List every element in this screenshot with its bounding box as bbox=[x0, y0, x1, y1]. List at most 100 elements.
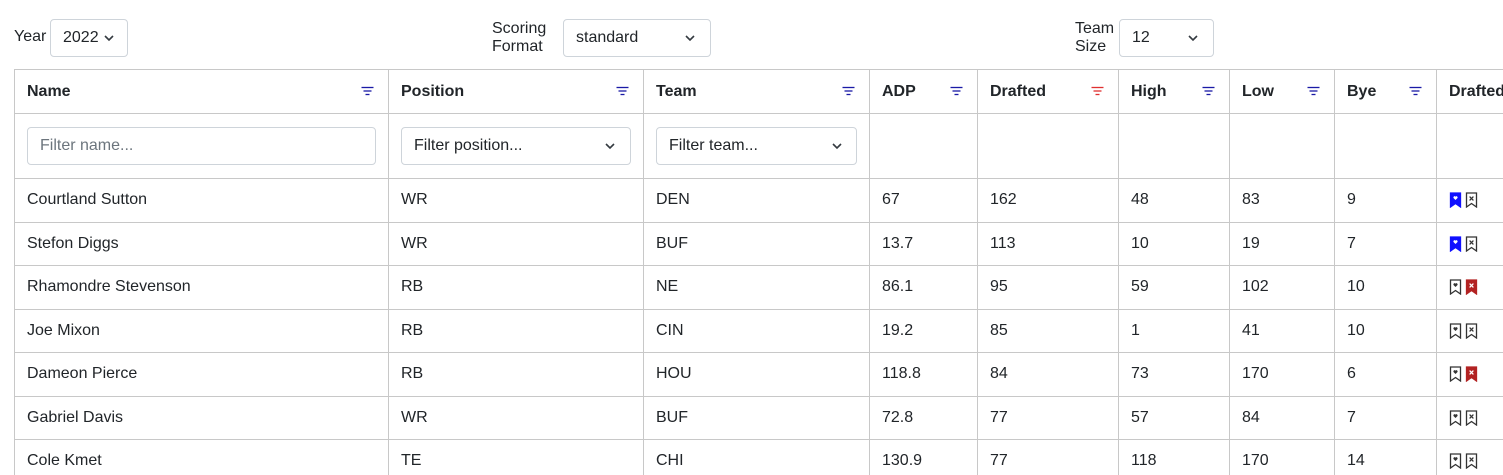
cell-position: WR bbox=[388, 395, 644, 440]
table-row[interactable]: Rhamondre Stevenson RB NE 86.1 95 59 102 10 bbox=[14, 265, 1503, 310]
column-header-adp[interactable]: ADP bbox=[869, 69, 978, 114]
name-filter-cell: Filter name... bbox=[14, 113, 389, 179]
bookmark-heart-icon[interactable] bbox=[1449, 192, 1462, 209]
bookmark-x-icon[interactable] bbox=[1465, 279, 1478, 296]
cell-bye: 6 bbox=[1334, 352, 1437, 397]
column-header-drafted-mark[interactable]: Drafted bbox=[1436, 69, 1503, 114]
cell-low: 170 bbox=[1229, 352, 1335, 397]
scoring-select[interactable]: standard bbox=[563, 19, 711, 57]
cell-high: 1 bbox=[1118, 308, 1230, 353]
cell-bye: 7 bbox=[1334, 395, 1437, 440]
scoring-label-line1: Scoring bbox=[492, 20, 547, 37]
cell-team: HOU bbox=[643, 352, 870, 397]
filter-icon[interactable] bbox=[1307, 86, 1320, 96]
table-row[interactable]: Cole Kmet TE CHI 130.9 77 118 170 14 bbox=[14, 439, 1503, 475]
bookmark-heart-icon[interactable] bbox=[1449, 322, 1462, 339]
cell-name: Rhamondre Stevenson bbox=[14, 265, 389, 310]
filter-icon[interactable] bbox=[361, 86, 374, 96]
cell-drafted: 77 bbox=[977, 395, 1119, 440]
cell-high: 59 bbox=[1118, 265, 1230, 310]
empty-filter-cell bbox=[1334, 113, 1437, 179]
cell-name: Gabriel Davis bbox=[14, 395, 389, 440]
cell-adp: 19.2 bbox=[869, 308, 978, 353]
empty-filter-cell bbox=[869, 113, 978, 179]
column-header-team[interactable]: Team bbox=[643, 69, 870, 114]
cell-drafted: 113 bbox=[977, 221, 1119, 266]
filter-icon[interactable] bbox=[1091, 86, 1104, 96]
table-row[interactable]: Gabriel Davis WR BUF 72.8 77 57 84 7 bbox=[14, 395, 1503, 440]
bookmark-x-icon[interactable] bbox=[1465, 322, 1478, 339]
column-header-label: Position bbox=[401, 82, 465, 100]
cell-name: Joe Mixon bbox=[14, 308, 389, 353]
bookmark-heart-icon[interactable] bbox=[1449, 366, 1462, 383]
bookmark-heart-icon[interactable] bbox=[1449, 453, 1462, 470]
team-size-label: Team Size bbox=[1075, 20, 1114, 56]
column-header-bye[interactable]: Bye bbox=[1334, 69, 1437, 114]
column-header-drafted[interactable]: Drafted bbox=[977, 69, 1119, 114]
cell-high: 10 bbox=[1118, 221, 1230, 266]
team-filter-select[interactable]: Filter team... bbox=[656, 127, 857, 165]
cell-team: CHI bbox=[643, 439, 870, 475]
scoring-label-line2: Format bbox=[492, 38, 543, 55]
header-row: Name Position Team ADP Drafted High Low Bye Draf… bbox=[14, 69, 1503, 114]
cell-low: 83 bbox=[1229, 178, 1335, 223]
column-header-label: Bye bbox=[1347, 82, 1377, 100]
table-row[interactable]: Joe Mixon RB CIN 19.2 85 1 41 10 bbox=[14, 308, 1503, 353]
cell-name: Dameon Pierce bbox=[14, 352, 389, 397]
cell-name: Cole Kmet bbox=[14, 439, 389, 475]
column-header-position[interactable]: Position bbox=[388, 69, 644, 114]
year-value: 2022 bbox=[63, 29, 99, 46]
cell-position: RB bbox=[388, 265, 644, 310]
bookmark-x-icon[interactable] bbox=[1465, 235, 1478, 252]
cell-draft-marks bbox=[1436, 265, 1503, 310]
bookmark-heart-icon[interactable] bbox=[1449, 235, 1462, 252]
column-header-label: Drafted bbox=[990, 82, 1047, 100]
bookmark-x-icon[interactable] bbox=[1465, 453, 1478, 470]
filter-icon[interactable] bbox=[616, 86, 629, 96]
cell-drafted: 95 bbox=[977, 265, 1119, 310]
bookmark-x-icon[interactable] bbox=[1465, 366, 1478, 383]
cell-low: 102 bbox=[1229, 265, 1335, 310]
cell-low: 41 bbox=[1229, 308, 1335, 353]
cell-adp: 130.9 bbox=[869, 439, 978, 475]
cell-adp: 86.1 bbox=[869, 265, 978, 310]
team-size-select[interactable]: 12 bbox=[1119, 19, 1214, 57]
cell-bye: 7 bbox=[1334, 221, 1437, 266]
team-size-value: 12 bbox=[1132, 29, 1150, 46]
bookmark-x-icon[interactable] bbox=[1465, 192, 1478, 209]
table-row[interactable]: Dameon Pierce RB HOU 118.8 84 73 170 6 bbox=[14, 352, 1503, 397]
bookmark-heart-icon[interactable] bbox=[1449, 409, 1462, 426]
chevron-down-icon bbox=[104, 35, 114, 42]
bookmark-x-icon[interactable] bbox=[1465, 409, 1478, 426]
filter-icon[interactable] bbox=[950, 86, 963, 96]
bookmark-heart-icon[interactable] bbox=[1449, 279, 1462, 296]
position-filter-cell: Filter position... bbox=[388, 113, 644, 179]
cell-draft-marks bbox=[1436, 395, 1503, 440]
table-row[interactable]: Stefon Diggs WR BUF 13.7 113 10 19 7 bbox=[14, 221, 1503, 266]
cell-adp: 118.8 bbox=[869, 352, 978, 397]
filter-icon[interactable] bbox=[1202, 86, 1215, 96]
cell-bye: 14 bbox=[1334, 439, 1437, 475]
name-filter-input[interactable]: Filter name... bbox=[27, 127, 376, 165]
position-filter-select[interactable]: Filter position... bbox=[401, 127, 631, 165]
cell-name: Stefon Diggs bbox=[14, 221, 389, 266]
year-select[interactable]: 2022 bbox=[50, 19, 128, 57]
cell-drafted: 84 bbox=[977, 352, 1119, 397]
chevron-down-icon bbox=[832, 143, 842, 150]
column-header-low[interactable]: Low bbox=[1229, 69, 1335, 114]
filter-icon[interactable] bbox=[842, 86, 855, 96]
column-header-high[interactable]: High bbox=[1118, 69, 1230, 114]
cell-team: CIN bbox=[643, 308, 870, 353]
table-row[interactable]: Courtland Sutton WR DEN 67 162 48 83 9 bbox=[14, 178, 1503, 223]
cell-low: 170 bbox=[1229, 439, 1335, 475]
column-header-label: Low bbox=[1242, 82, 1274, 100]
column-header-name[interactable]: Name bbox=[14, 69, 389, 114]
cell-adp: 72.8 bbox=[869, 395, 978, 440]
players-table: Name Position Team ADP Drafted High Low Bye Draf… bbox=[14, 69, 1503, 475]
cell-draft-marks bbox=[1436, 308, 1503, 353]
team-filter-cell: Filter team... bbox=[643, 113, 870, 179]
cell-position: RB bbox=[388, 308, 644, 353]
players-table-container: Name Position Team ADP Drafted High Low Bye Draf… bbox=[14, 69, 1503, 475]
filter-icon[interactable] bbox=[1409, 86, 1422, 96]
chevron-down-icon bbox=[605, 143, 615, 150]
